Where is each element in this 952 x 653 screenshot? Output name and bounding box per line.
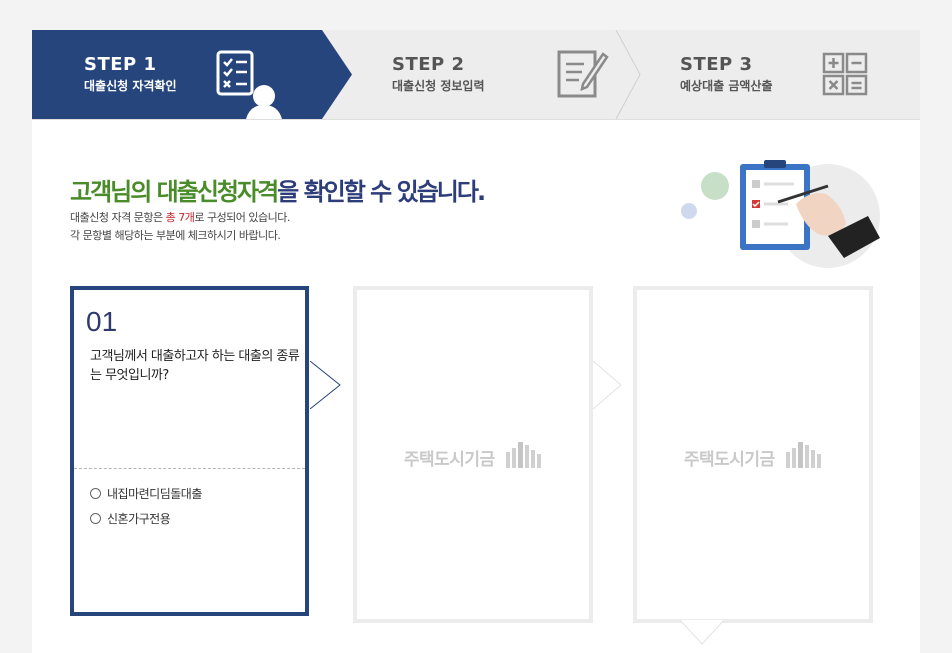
question-count: 총 7개 (165, 211, 195, 224)
description: 대출신청 자격 문항은 총 7개로 구성되어 있습니다. 각 문항별 해당하는 … (70, 209, 290, 245)
step-2-label: 대출신청 정보입력 (392, 79, 485, 93)
calculator-icon (822, 52, 868, 96)
radio-button[interactable] (90, 513, 101, 524)
title-rest: 을 확인할 수 있습니다. (277, 178, 486, 206)
fund-logo-icon (506, 442, 542, 468)
description-text: 로 구성되어 있습니다. (194, 211, 290, 224)
card-connector-arrow-down (680, 620, 724, 645)
card-placeholder: 주택도시기금 (637, 442, 869, 470)
step-1-label: 대출신청 자격확인 (84, 79, 177, 93)
step-1: STEP 1 대출신청 자격확인 (32, 30, 352, 119)
option-label: 내집마련디딤돌대출 (107, 487, 202, 501)
option-1[interactable]: 내집마련디딤돌대출 (90, 485, 202, 502)
question-card-2: 주택도시기금 (353, 286, 593, 623)
step-3-label: 예상대출 금액산출 (680, 79, 773, 93)
card-divider (74, 468, 305, 469)
checklist-person-icon (216, 50, 282, 119)
step-1-number: STEP 1 (84, 54, 157, 75)
title-highlight: 고객님의 대출신청자격 (70, 178, 279, 206)
description-line-2: 각 문항별 해당하는 부분에 체크하시기 바랍니다. (70, 229, 281, 242)
step-3-number: STEP 3 (680, 54, 753, 75)
option-2[interactable]: 신혼가구전용 (90, 510, 171, 527)
question-card-3: 주택도시기금 (633, 286, 873, 623)
question-number: 01 (86, 306, 118, 337)
description-line-1: 대출신청 자격 문항은 총 7개로 구성되어 있습니다. (70, 209, 290, 227)
step-2: STEP 2 대출신청 정보입력 (352, 30, 642, 119)
step-progress-bar: STEP 1 대출신청 자격확인 STEP 2 대출신청 정보입력 STEP 3… (32, 30, 920, 120)
radio-button[interactable] (90, 488, 101, 499)
edit-document-icon (557, 50, 609, 98)
description-text: 대출신청 자격 문항은 (70, 211, 166, 224)
step-2-number: STEP 2 (392, 54, 465, 75)
card-connector-arrow (593, 361, 622, 409)
page-title: 고객님의 대출신청자격을 확인할 수 있습니다. (70, 172, 486, 207)
fund-logo-icon (786, 442, 822, 468)
step-1-background (32, 30, 352, 119)
question-text: 고객님께서 대출하고자 하는 대출의 종류는 무엇입니까? (90, 349, 300, 383)
question-card-1: 01 고객님께서 대출하고자 하는 대출의 종류는 무엇입니까? 내집마련디딤돌… (70, 286, 309, 616)
card-connector-arrow (310, 361, 341, 409)
clipboard-illustration (681, 160, 880, 268)
placeholder-text: 주택도시기금 (403, 450, 495, 470)
eligibility-panel: STEP 1 대출신청 자격확인 STEP 2 대출신청 정보입력 STEP 3… (32, 30, 920, 653)
option-label: 신혼가구전용 (107, 512, 171, 526)
step-2-divider (615, 30, 641, 119)
step-3: STEP 3 예상대출 금액산출 (642, 30, 920, 119)
placeholder-text: 주택도시기금 (683, 450, 775, 470)
card-placeholder: 주택도시기금 (357, 442, 589, 470)
